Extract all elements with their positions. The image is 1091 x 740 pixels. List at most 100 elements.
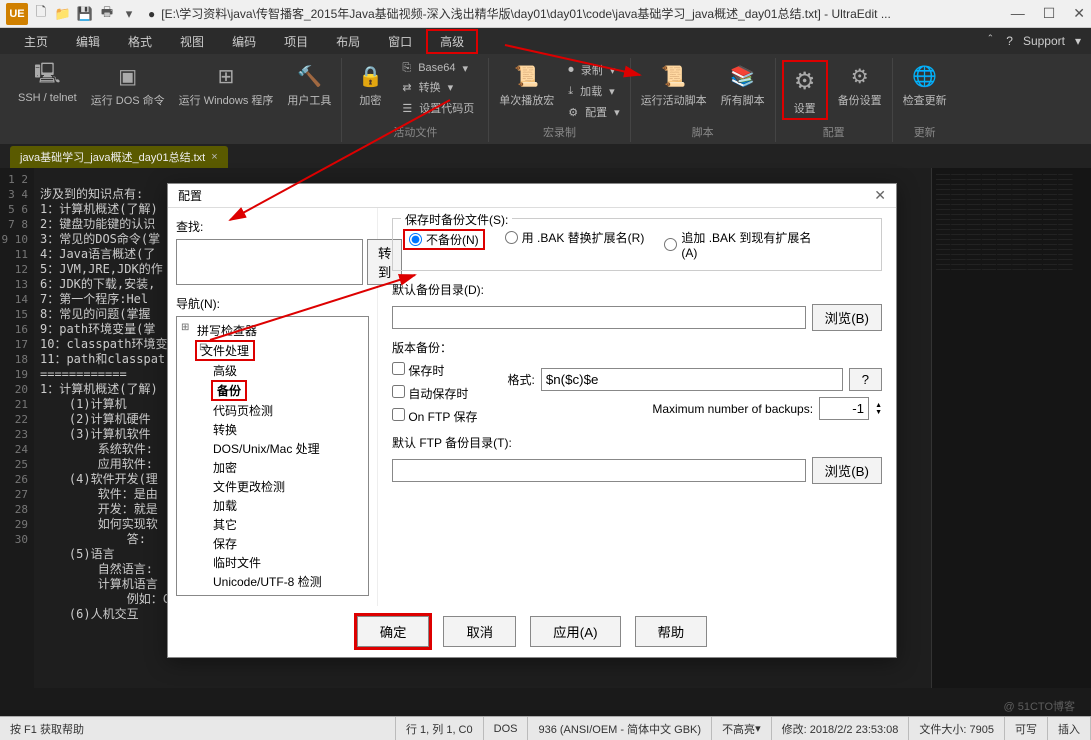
tree-codepage[interactable]: 代码页检测 bbox=[179, 401, 366, 420]
format-input[interactable] bbox=[541, 368, 843, 391]
status-hint: 按 F1 获取帮助 bbox=[0, 717, 396, 740]
menu-encoding[interactable]: 编码 bbox=[218, 29, 270, 54]
radio-no-backup[interactable]: 不备份(N) bbox=[403, 229, 485, 250]
base64-button[interactable]: ⎘ Base64 ▾ bbox=[398, 60, 482, 76]
qat-dropdown-icon[interactable]: ▾ bbox=[120, 5, 138, 23]
tree-dum[interactable]: DOS/Unix/Mac 处理 bbox=[179, 439, 366, 458]
status-dos[interactable]: DOS bbox=[484, 717, 529, 740]
maximize-button[interactable]: ☐ bbox=[1043, 5, 1056, 22]
apply-button[interactable]: 应用(A) bbox=[530, 616, 620, 647]
all-scripts-button[interactable]: 📚所有脚本 bbox=[717, 60, 769, 110]
menu-advanced[interactable]: 高级 bbox=[426, 29, 478, 54]
ssh-telnet-button[interactable]: 🖳SSH / telnet bbox=[14, 60, 81, 106]
load-macro-button[interactable]: ⤓ 加载 ▾ bbox=[564, 81, 623, 101]
tree-unicode[interactable]: Unicode/UTF-8 检测 bbox=[179, 572, 366, 591]
status-readwrite[interactable]: 可写 bbox=[1005, 717, 1048, 740]
chkupdate-label: 检查更新 bbox=[903, 92, 947, 108]
status-encoding[interactable]: 936 (ANSI/OEM - 简体中文 GBK) bbox=[528, 717, 712, 740]
tree-backup[interactable]: 备份 bbox=[211, 380, 247, 401]
codepage-button[interactable]: ☰ 设置代码页 bbox=[398, 98, 482, 118]
check-update-button[interactable]: 🌐检查更新 bbox=[899, 60, 951, 110]
nav-tree[interactable]: 拼写检查器 文件处理 高级 备份 代码页检测 转换 DOS/Unix/Mac 处… bbox=[176, 316, 369, 596]
tree-spell[interactable]: 拼写检查器 bbox=[179, 321, 366, 340]
menu-window[interactable]: 窗口 bbox=[374, 29, 426, 54]
lock-icon: 🔒 bbox=[356, 62, 384, 90]
spin-up-icon[interactable]: ▲ bbox=[875, 402, 882, 409]
record-button[interactable]: ⏺ 录制 ▾ bbox=[564, 60, 623, 80]
save-icon[interactable]: 💾 bbox=[76, 5, 94, 23]
tree-save[interactable]: 保存 bbox=[179, 534, 366, 553]
open-file-icon[interactable]: 📁 bbox=[54, 5, 72, 23]
tree-load[interactable]: 加载 bbox=[179, 496, 366, 515]
dialog-close-icon[interactable]: ✕ bbox=[874, 187, 886, 204]
close-button[interactable]: ✕ bbox=[1073, 5, 1085, 22]
find-input[interactable] bbox=[176, 239, 363, 285]
format-help-button[interactable]: ? bbox=[849, 368, 882, 391]
tree-temp[interactable]: 临时文件 bbox=[179, 553, 366, 572]
new-file-icon[interactable]: 🗋 bbox=[32, 5, 50, 23]
menu-home[interactable]: 主页 bbox=[10, 29, 62, 54]
hammer-icon: 🔨 bbox=[295, 62, 323, 90]
tab-close-icon[interactable]: × bbox=[211, 151, 217, 163]
menubar: 主页 编辑 格式 视图 编码 项目 布局 窗口 高级 ＾ ? Support ▾ bbox=[0, 28, 1091, 54]
convert-button[interactable]: ⇄ 转换 ▾ bbox=[398, 77, 482, 97]
user-tools-button[interactable]: 🔨 用户工具 bbox=[283, 60, 335, 110]
dos-label: 运行 DOS 命令 bbox=[91, 92, 165, 108]
backup-legend: 保存时备份文件(S): bbox=[401, 211, 512, 228]
help-icon[interactable]: ? bbox=[1006, 34, 1013, 48]
bksettings-label: 备份设置 bbox=[838, 92, 882, 108]
browse-button-2[interactable]: 浏览(B) bbox=[812, 457, 882, 484]
ftp-dir-input[interactable] bbox=[392, 459, 806, 482]
status-modified: 修改: 2018/2/2 23:53:08 bbox=[772, 717, 910, 740]
status-highlight[interactable]: 不高亮 ▾ bbox=[712, 717, 772, 740]
backup-settings-button[interactable]: ⚙ 备份设置 bbox=[834, 60, 886, 110]
tree-filechange[interactable]: 文件更改检测 bbox=[179, 477, 366, 496]
spin-down-icon[interactable]: ▼ bbox=[875, 409, 882, 416]
run-dos-button[interactable]: ▣运行 DOS 命令 bbox=[87, 60, 169, 110]
menu-edit[interactable]: 编辑 bbox=[62, 29, 114, 54]
support-link[interactable]: Support bbox=[1023, 34, 1065, 48]
encrypt-button[interactable]: 🔒加密 bbox=[348, 60, 392, 110]
status-filesize: 文件大小: 7905 bbox=[909, 717, 1005, 740]
play-macro-button[interactable]: 📜单次播放宏 bbox=[495, 60, 558, 110]
tree-encrypt[interactable]: 加密 bbox=[179, 458, 366, 477]
default-dir-input[interactable] bbox=[392, 306, 806, 329]
help-button[interactable]: 帮助 bbox=[635, 616, 708, 647]
tree-filehandling[interactable]: 文件处理 bbox=[195, 340, 255, 361]
chk-on-autosave[interactable]: 自动保存时 bbox=[392, 385, 477, 402]
menu-view[interactable]: 视图 bbox=[166, 29, 218, 54]
run-active-script-button[interactable]: 📜运行活动脚本 bbox=[637, 60, 711, 110]
minimap[interactable]: ───── ───── ───── ───── ───── ───── ────… bbox=[931, 168, 1091, 688]
browse-button-1[interactable]: 浏览(B) bbox=[812, 304, 882, 331]
ribbon-collapse-icon[interactable]: ＾ bbox=[984, 33, 996, 50]
macro-config-button[interactable]: ⚙ 配置 ▾ bbox=[564, 102, 623, 122]
settings-button[interactable]: ⚙设置 bbox=[782, 60, 828, 120]
gear-small-icon: ⚙ bbox=[846, 62, 874, 90]
usertool-label: 用户工具 bbox=[287, 92, 331, 108]
run-winprog-button[interactable]: ⊞运行 Windows 程序 bbox=[175, 60, 278, 110]
max-backups-input[interactable] bbox=[819, 397, 869, 420]
dialog-right-panel: 保存时备份文件(S): 不备份(N) 用 .BAK 替换扩展名(R) 追加 .B… bbox=[378, 208, 896, 606]
radio-bak-replace[interactable]: 用 .BAK 替换扩展名(R) bbox=[505, 229, 645, 246]
tree-misc[interactable]: 其它 bbox=[179, 515, 366, 534]
tree-convert[interactable]: 转换 bbox=[179, 420, 366, 439]
menu-project[interactable]: 项目 bbox=[270, 29, 322, 54]
cancel-button[interactable]: 取消 bbox=[443, 616, 516, 647]
runactive-label: 运行活动脚本 bbox=[641, 92, 707, 108]
chk-on-save[interactable]: 保存时 bbox=[392, 362, 477, 379]
support-dropdown-icon[interactable]: ▾ bbox=[1075, 34, 1081, 48]
document-tab[interactable]: java基础学习_java概述_day01总结.txt × bbox=[10, 146, 228, 168]
minimize-button[interactable]: — bbox=[1011, 5, 1025, 22]
ok-button[interactable]: 确定 bbox=[357, 616, 430, 647]
menu-layout[interactable]: 布局 bbox=[322, 29, 374, 54]
print-icon[interactable]: 🖶 bbox=[98, 5, 116, 23]
radio-bak-append[interactable]: 追加 .BAK 到现有扩展名(A) bbox=[664, 229, 814, 260]
dialog-left-panel: 查找: 转到 导航(N): 拼写检查器 文件处理 高级 备份 代码页检测 转换 … bbox=[168, 208, 378, 606]
chk-on-ftp[interactable]: On FTP 保存 bbox=[392, 408, 477, 425]
tree-advanced[interactable]: 高级 bbox=[179, 361, 366, 380]
menu-format[interactable]: 格式 bbox=[114, 29, 166, 54]
dialog-button-row: 确定 取消 应用(A) 帮助 bbox=[168, 606, 896, 657]
line-gutter: 1 2 3 4 5 6 7 8 9 10 11 12 13 14 15 16 1… bbox=[0, 168, 34, 688]
status-insert[interactable]: 插入 bbox=[1048, 717, 1091, 740]
playmacro-label: 单次播放宏 bbox=[499, 92, 554, 108]
